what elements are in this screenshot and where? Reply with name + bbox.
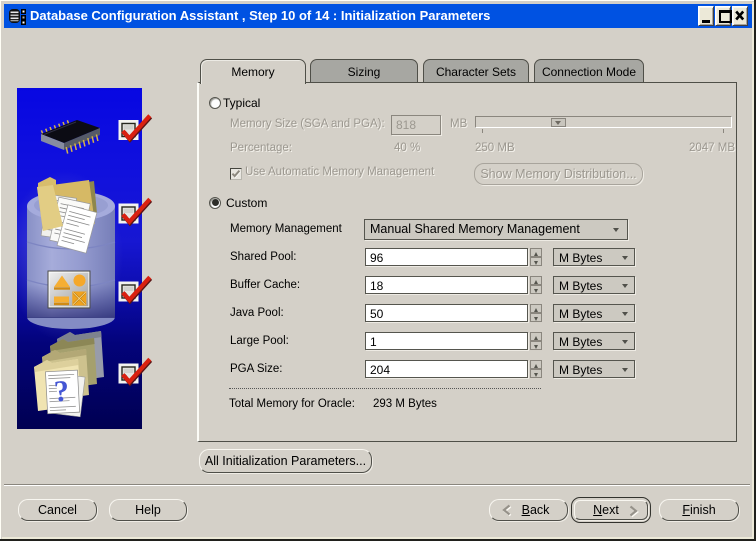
svg-text:?: ? bbox=[53, 375, 70, 409]
